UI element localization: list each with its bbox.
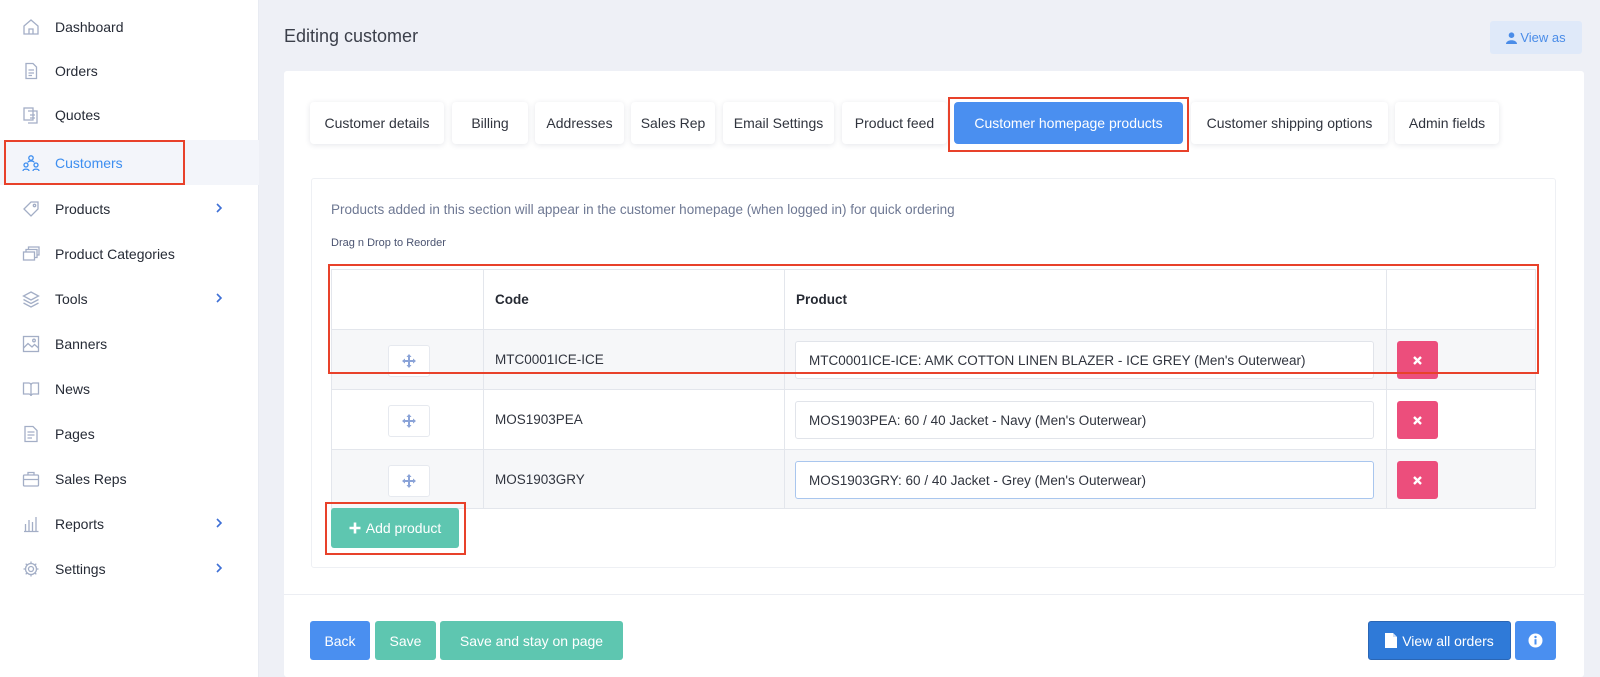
product-code: MTC0001ICE-ICE [495,352,604,367]
page-title: Editing customer [284,26,419,46]
plus-icon [349,522,361,534]
sidebar-item-quotes[interactable]: Quotes [0,92,259,137]
sidebar-item-sales-reps[interactable]: Sales Reps [0,456,259,501]
close-icon [1413,415,1422,425]
product-code: MOS1903PEA [495,412,583,427]
info-icon [1528,633,1543,648]
tab-product-feed[interactable]: Product feed [842,102,947,144]
drag-hint: Drag n Drop to Reorder [331,237,446,249]
view-as-label: View as [1520,30,1566,45]
close-icon [1413,355,1422,365]
tab-customer-details[interactable]: Customer details [310,102,444,144]
view-all-orders-label: View all orders [1402,632,1494,649]
save-and-stay-button[interactable]: Save and stay on page [440,621,623,660]
footer-divider [284,594,1584,595]
briefcase-icon [22,470,40,488]
tab-email-settings[interactable]: Email Settings [723,102,834,144]
close-icon [1413,475,1422,485]
chevron-right-icon [216,563,223,573]
info-button[interactable] [1515,621,1556,660]
page-icon [22,425,40,443]
sidebar-item-label: Quotes [55,106,101,123]
sidebar-item-customers[interactable]: Customers [0,140,259,185]
move-icon [402,354,416,368]
remove-product-button[interactable] [1397,461,1438,499]
product-field[interactable] [795,461,1374,499]
move-icon [402,414,416,428]
add-product-label: Add product [365,520,442,536]
sidebar-item-label: Product Categories [55,245,175,262]
layers-icon [22,290,40,308]
sidebar-item-products[interactable]: Products [0,186,259,231]
tab-addresses[interactable]: Addresses [535,102,624,144]
user-icon [1506,31,1518,44]
remove-product-button[interactable] [1397,341,1438,379]
tag-icon [22,200,40,218]
document-icon [22,62,40,80]
move-icon [402,474,416,488]
sidebar-item-reports[interactable]: Reports [0,501,259,546]
file-icon [1385,633,1398,648]
tab-admin-fields[interactable]: Admin fields [1395,102,1499,144]
quotes-icon [22,106,40,124]
sidebar-item-tools[interactable]: Tools [0,276,259,321]
sidebar-item-label: Banners [55,335,108,352]
table-row: MTC0001ICE-ICE [331,329,1536,389]
column-header-code: Code [495,292,529,307]
sidebar-item-pages[interactable]: Pages [0,411,259,456]
product-field[interactable] [795,341,1374,379]
sidebar: Dashboard Orders Quotes Customers Produc… [0,0,259,677]
sidebar-item-news[interactable]: News [0,366,259,411]
table-row: MOS1903GRY [331,449,1536,509]
chevron-right-icon [216,203,223,213]
sidebar-item-label: Dashboard [55,18,124,35]
sidebar-item-product-categories[interactable]: Product Categories [0,231,259,276]
tab-customer-shipping-options[interactable]: Customer shipping options [1191,102,1388,144]
chevron-right-icon [216,293,223,303]
sidebar-item-label: Customers [55,154,123,171]
table-row: MOS1903PEA [331,389,1536,449]
sidebar-item-banners[interactable]: Banners [0,321,259,366]
column-header-product: Product [796,292,848,307]
gear-icon [22,560,40,578]
sidebar-item-orders[interactable]: Orders [0,48,259,93]
drag-handle[interactable] [388,405,430,437]
bar-chart-icon [22,515,40,533]
table-header-row: Code Product [331,269,1536,329]
sidebar-item-label: Tools [55,290,88,307]
add-product-button[interactable]: Add product [331,508,459,548]
stack-icon [22,245,40,263]
tab-customer-homepage-products[interactable]: Customer homepage products [954,102,1183,144]
chevron-right-icon [216,518,223,528]
remove-product-button[interactable] [1397,401,1438,439]
product-code: MOS1903GRY [495,471,585,487]
product-field[interactable] [795,401,1374,439]
book-icon [22,380,40,398]
tab-billing[interactable]: Billing [452,102,528,144]
sidebar-item-label: Orders [55,62,98,79]
view-all-orders-button[interactable]: View all orders [1368,621,1511,660]
back-button[interactable]: Back [310,621,370,660]
drag-handle[interactable] [388,345,430,377]
sidebar-item-settings[interactable]: Settings [0,546,259,591]
sidebar-item-label: Products [55,200,111,217]
sidebar-item-label: News [55,380,91,397]
home-icon [22,18,40,36]
section-info-text: Products added in this section will appe… [331,202,955,217]
sidebar-item-label: Settings [55,560,106,577]
sidebar-item-label: Reports [55,515,105,532]
sidebar-item-dashboard[interactable]: Dashboard [0,4,259,49]
view-as-button[interactable]: View as [1490,21,1582,54]
save-button[interactable]: Save [375,621,436,660]
drag-handle[interactable] [388,465,430,497]
image-icon [22,335,40,353]
tab-sales-rep[interactable]: Sales Rep [631,102,715,144]
sidebar-item-label: Pages [55,425,95,442]
users-icon [22,154,40,172]
sidebar-item-label: Sales Reps [55,470,127,487]
